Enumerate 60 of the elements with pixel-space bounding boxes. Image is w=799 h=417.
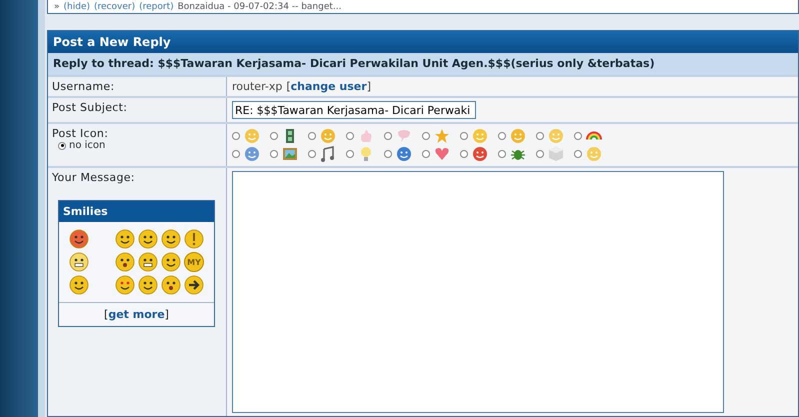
radio-button[interactable] bbox=[422, 132, 430, 140]
radio-button[interactable] bbox=[536, 150, 544, 158]
star-icon bbox=[434, 128, 450, 144]
radio-button[interactable] bbox=[58, 142, 66, 150]
radio-button[interactable] bbox=[384, 132, 392, 140]
exclaim-smiley-icon[interactable] bbox=[184, 229, 204, 249]
bracket-text: [ bbox=[104, 308, 108, 321]
username-label: Username: bbox=[52, 80, 114, 93]
bullet-text: » bbox=[54, 2, 60, 12]
picture-icon bbox=[282, 146, 298, 162]
thumb-icon bbox=[358, 128, 374, 144]
change-user-link[interactable]: change user bbox=[290, 80, 367, 93]
radio-button[interactable] bbox=[232, 132, 240, 140]
bracket-text: ] bbox=[366, 80, 371, 93]
radio-button[interactable] bbox=[308, 132, 316, 140]
radio-button[interactable] bbox=[498, 150, 506, 158]
heart-icon bbox=[434, 146, 450, 162]
speech-icon bbox=[396, 128, 412, 144]
radio-button[interactable] bbox=[270, 132, 278, 140]
love-smiley-icon[interactable] bbox=[115, 275, 135, 295]
post-icon-label: Post Icon: bbox=[52, 127, 110, 140]
radio-button[interactable] bbox=[308, 150, 316, 158]
music-icon bbox=[320, 146, 336, 162]
arrow-smiley-icon[interactable] bbox=[184, 275, 204, 295]
radio-button[interactable] bbox=[422, 150, 430, 158]
radio-button[interactable] bbox=[232, 150, 240, 158]
radio-button[interactable] bbox=[574, 150, 582, 158]
no-icon-label: no icon bbox=[69, 140, 106, 151]
cube-icon bbox=[548, 146, 564, 162]
radio-button[interactable] bbox=[460, 132, 468, 140]
form-title: Post a New Reply bbox=[48, 31, 798, 53]
username-value: router-xp bbox=[232, 80, 282, 93]
smiley-badge[interactable]: MY bbox=[184, 252, 204, 272]
radio-button[interactable] bbox=[574, 132, 582, 140]
radio-button[interactable] bbox=[498, 132, 506, 140]
radio-button[interactable] bbox=[460, 150, 468, 158]
shocked-smiley-icon[interactable] bbox=[115, 252, 135, 272]
post-summary: Bonzaidua - 09-07-02:34 -- banget... bbox=[178, 2, 342, 12]
radio-button[interactable] bbox=[346, 132, 354, 140]
teeth-smiley-icon[interactable] bbox=[69, 252, 89, 272]
message-field[interactable] bbox=[232, 171, 724, 413]
post-action-link[interactable]: (recover) bbox=[94, 2, 136, 12]
radio-button[interactable] bbox=[270, 150, 278, 158]
bracket-text: ] bbox=[164, 308, 169, 321]
mute-smiley-icon[interactable] bbox=[138, 252, 158, 272]
post-action-link[interactable]: (report) bbox=[139, 2, 174, 12]
radio-button[interactable] bbox=[346, 150, 354, 158]
radio-button[interactable] bbox=[536, 132, 544, 140]
smile-icon bbox=[244, 128, 260, 144]
bracket-text: [ bbox=[286, 80, 291, 93]
post-action-link[interactable]: (hide) bbox=[64, 2, 90, 12]
thread-title: Reply to thread: $$$Tawaran Kerjasama- Dicari Perwakilan Unit Agen.$$$(serius only &terbatas) bbox=[48, 53, 798, 75]
subject-label: Post Subject: bbox=[52, 101, 128, 114]
angry-smiley-icon[interactable] bbox=[69, 229, 89, 249]
get-more-link[interactable]: get more bbox=[108, 308, 165, 321]
bulb-icon bbox=[358, 146, 374, 162]
message-label: Your Message: bbox=[52, 171, 136, 184]
subject-field[interactable]: RE: $$$Tawaran Kerjasama- Dicari Perwaki bbox=[232, 101, 476, 119]
smilies-title: Smilies bbox=[59, 201, 214, 222]
radio-button[interactable] bbox=[384, 150, 392, 158]
